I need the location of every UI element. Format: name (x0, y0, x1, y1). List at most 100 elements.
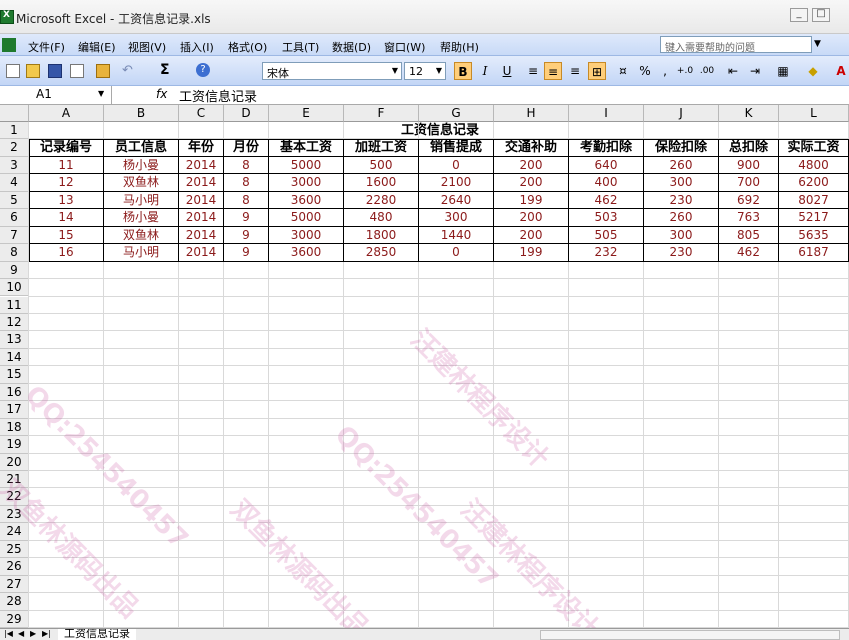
row-header[interactable]: 10 (0, 279, 29, 297)
table-cell[interactable]: 2640 (419, 191, 494, 210)
table-cell[interactable]: 805 (719, 226, 779, 245)
table-cell[interactable]: 马小明 (104, 191, 179, 210)
menu-file[interactable]: 文件(F) (28, 39, 65, 55)
minimize-button[interactable]: _ (790, 8, 808, 22)
table-cell[interactable]: 2280 (344, 191, 419, 210)
column-header-d[interactable]: D (224, 105, 269, 122)
table-cell[interactable]: 9 (224, 226, 269, 245)
fx-icon[interactable]: fx (156, 87, 167, 101)
table-cell[interactable]: 2100 (419, 174, 494, 192)
decrease-decimal-icon[interactable]: .00 (698, 62, 716, 80)
row-header[interactable]: 27 (0, 575, 29, 594)
column-header-j[interactable]: J (644, 105, 719, 122)
table-cell[interactable]: 500 (344, 156, 419, 175)
select-all-corner[interactable] (0, 105, 29, 122)
table-cell[interactable]: 5635 (779, 226, 849, 245)
font-size-select[interactable]: 12 ▼ (404, 62, 446, 80)
last-sheet-icon[interactable]: ▶| (42, 629, 51, 638)
table-cell[interactable]: 200 (494, 209, 569, 227)
row-header[interactable]: 3 (0, 156, 29, 175)
table-cell[interactable]: 马小明 (104, 244, 179, 262)
italic-button[interactable]: I (476, 62, 494, 80)
table-cell[interactable]: 5217 (779, 209, 849, 227)
column-header-e[interactable]: E (269, 105, 344, 122)
table-cell[interactable]: 200 (494, 156, 569, 175)
underline-button[interactable]: U (498, 62, 516, 80)
row-header[interactable]: 28 (0, 593, 29, 611)
bold-button[interactable]: B (454, 62, 472, 80)
table-cell[interactable]: 杨小曼 (104, 156, 179, 175)
row-header[interactable]: 23 (0, 505, 29, 524)
table-cell[interactable]: 462 (719, 244, 779, 262)
menu-format[interactable]: 格式(O) (228, 39, 267, 55)
table-cell[interactable]: 16 (29, 244, 104, 262)
table-cell[interactable]: 260 (644, 209, 719, 227)
align-left-icon[interactable]: ≡ (524, 62, 542, 80)
sheet-tab[interactable]: 工资信息记录 (58, 629, 136, 640)
row-header[interactable]: 15 (0, 366, 29, 384)
table-cell[interactable]: 2850 (344, 244, 419, 262)
table-cell[interactable]: 462 (569, 191, 644, 210)
table-header-cell[interactable]: 加班工资 (344, 139, 419, 157)
table-cell[interactable]: 230 (644, 191, 719, 210)
table-cell[interactable]: 199 (494, 244, 569, 262)
table-cell[interactable]: 900 (719, 156, 779, 175)
row-header[interactable]: 20 (0, 453, 29, 471)
table-header-cell[interactable]: 记录编号 (29, 139, 104, 157)
table-cell[interactable]: 480 (344, 209, 419, 227)
align-center-icon[interactable]: ≡ (544, 62, 562, 80)
table-cell[interactable]: 2014 (179, 156, 224, 175)
menu-view[interactable]: 视图(V) (128, 39, 166, 55)
row-header[interactable]: 6 (0, 209, 29, 227)
fill-color-icon[interactable]: ◆ (804, 62, 822, 80)
help-icon[interactable]: ? (196, 63, 210, 77)
row-header[interactable]: 12 (0, 313, 29, 332)
row-header[interactable]: 18 (0, 418, 29, 437)
table-cell[interactable]: 400 (569, 174, 644, 192)
table-cell[interactable]: 230 (644, 244, 719, 262)
row-header[interactable]: 17 (0, 401, 29, 419)
print-icon[interactable] (70, 64, 84, 78)
new-file-icon[interactable] (6, 64, 20, 78)
table-cell[interactable]: 505 (569, 226, 644, 245)
name-box[interactable]: A1 (0, 86, 112, 104)
table-cell[interactable]: 双鱼林 (104, 174, 179, 192)
table-header-cell[interactable]: 总扣除 (719, 139, 779, 157)
table-cell[interactable]: 700 (719, 174, 779, 192)
row-header[interactable]: 26 (0, 558, 29, 576)
menu-window[interactable]: 窗口(W) (384, 39, 425, 55)
row-header[interactable]: 16 (0, 383, 29, 402)
table-cell[interactable]: 3000 (269, 226, 344, 245)
table-cell[interactable]: 300 (644, 174, 719, 192)
row-header[interactable]: 7 (0, 226, 29, 245)
next-sheet-icon[interactable]: ▶ (30, 629, 36, 638)
table-cell[interactable]: 12 (29, 174, 104, 192)
font-name-select[interactable]: 宋体 ▼ (262, 62, 402, 80)
column-header-f[interactable]: F (344, 105, 419, 122)
table-cell[interactable]: 8 (224, 174, 269, 192)
menu-edit[interactable]: 编辑(E) (78, 39, 116, 55)
row-header[interactable]: 29 (0, 610, 29, 628)
table-cell[interactable]: 4800 (779, 156, 849, 175)
font-color-icon[interactable]: A (832, 62, 849, 80)
table-cell[interactable]: 8 (224, 156, 269, 175)
table-cell[interactable]: 640 (569, 156, 644, 175)
decrease-indent-icon[interactable]: ⇤ (724, 62, 742, 80)
horizontal-scrollbar[interactable] (540, 630, 840, 640)
table-header-cell[interactable]: 月份 (224, 139, 269, 157)
table-cell[interactable]: 3000 (269, 174, 344, 192)
table-cell[interactable]: 6187 (779, 244, 849, 262)
column-header-b[interactable]: B (104, 105, 179, 122)
table-cell[interactable]: 1800 (344, 226, 419, 245)
save-icon[interactable] (48, 64, 62, 78)
row-header[interactable]: 5 (0, 191, 29, 210)
row-header[interactable]: 22 (0, 488, 29, 506)
table-cell[interactable]: 2014 (179, 226, 224, 245)
row-header[interactable]: 1 (0, 122, 29, 140)
table-cell[interactable]: 15 (29, 226, 104, 245)
table-header-cell[interactable]: 销售提成 (419, 139, 494, 157)
table-cell[interactable]: 8 (224, 191, 269, 210)
table-header-cell[interactable]: 员工信息 (104, 139, 179, 157)
table-cell[interactable]: 2014 (179, 191, 224, 210)
table-header-cell[interactable]: 实际工资 (779, 139, 849, 157)
